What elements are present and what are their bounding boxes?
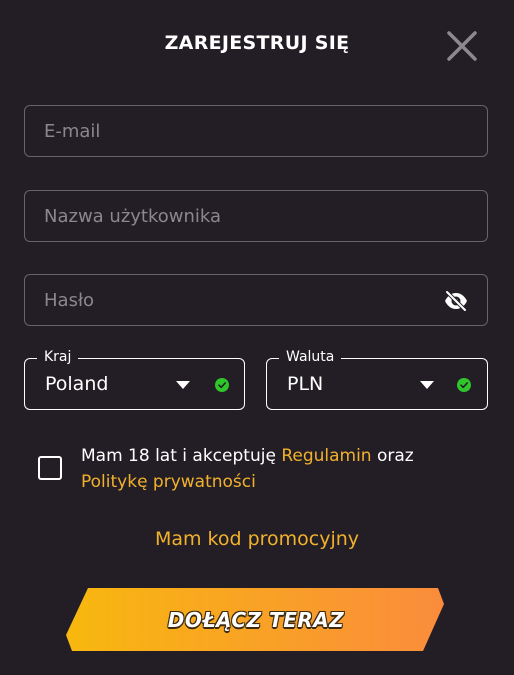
page-title: ZAREJESTRUJ SIĘ bbox=[164, 32, 350, 54]
username-field[interactable] bbox=[25, 191, 487, 241]
promo-code-link[interactable]: Mam kod promocyjny bbox=[0, 528, 514, 550]
country-select[interactable]: Kraj Poland bbox=[24, 349, 245, 410]
email-field[interactable] bbox=[25, 106, 487, 156]
terms-text-middle: oraz bbox=[371, 446, 414, 466]
close-icon bbox=[447, 31, 477, 61]
privacy-policy-link[interactable]: Politykę prywatności bbox=[81, 472, 256, 492]
password-field[interactable] bbox=[25, 275, 487, 325]
username-field-wrapper bbox=[24, 190, 488, 242]
currency-select[interactable]: Waluta PLN bbox=[266, 349, 488, 410]
email-field-wrapper bbox=[24, 105, 488, 157]
currency-value: PLN bbox=[287, 373, 324, 395]
check-icon bbox=[457, 378, 471, 392]
close-button[interactable] bbox=[440, 24, 484, 68]
join-now-button[interactable]: DOŁĄCZ TERAZ bbox=[66, 588, 446, 651]
join-now-label: DOŁĄCZ TERAZ bbox=[167, 607, 345, 632]
terms-text-before: Mam 18 lat i akceptuję bbox=[81, 446, 282, 466]
country-label: Kraj bbox=[37, 349, 79, 365]
currency-label: Waluta bbox=[279, 349, 342, 365]
terms-checkbox[interactable] bbox=[38, 456, 62, 480]
country-value: Poland bbox=[45, 373, 109, 395]
chevron-down-icon bbox=[176, 381, 190, 389]
terms-text: Mam 18 lat i akceptuję Regulamin oraz Po… bbox=[81, 443, 481, 495]
password-field-wrapper bbox=[24, 274, 488, 326]
password-visibility-toggle[interactable] bbox=[443, 289, 469, 313]
check-icon bbox=[215, 378, 229, 392]
regulamin-link[interactable]: Regulamin bbox=[281, 446, 371, 466]
chevron-down-icon bbox=[420, 381, 434, 389]
eye-off-icon bbox=[445, 290, 467, 312]
